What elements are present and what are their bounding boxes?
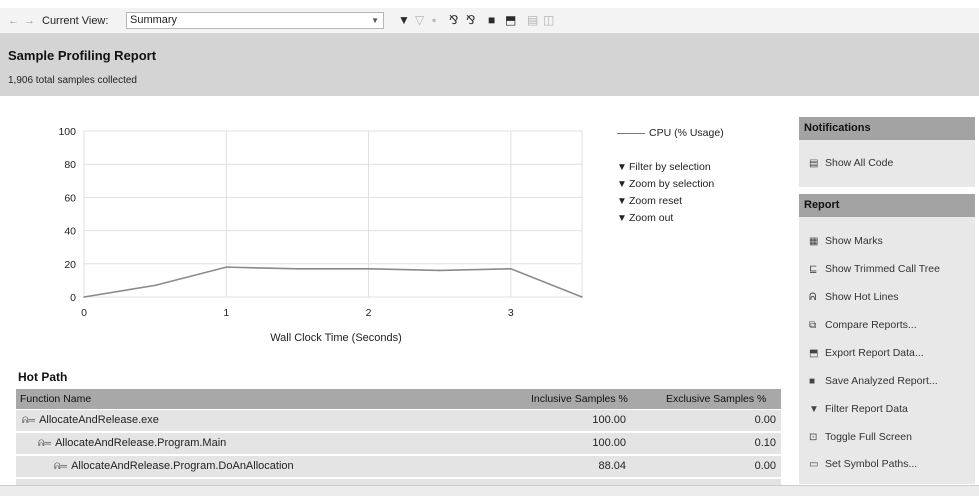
column-inclusive-samples[interactable]: Inclusive Samples %: [531, 393, 628, 405]
x-tick-label: 0: [81, 307, 87, 319]
hot-path-icon: ᕱ═: [22, 415, 36, 425]
page-title: Sample Profiling Report: [8, 48, 157, 63]
show-trimmed-call-tree-link[interactable]: ⊑ Show Trimmed Call Tree: [809, 263, 940, 275]
legend-cpu-label: CPU (% Usage): [649, 127, 724, 139]
function-name: AllocateAndRelease.Program.DoAnAllocatio…: [71, 460, 294, 472]
x-axis-label: Wall Clock Time (Seconds): [270, 332, 402, 344]
function-name: AllocateAndRelease.exe: [39, 414, 159, 426]
y-tick-label: 100: [58, 126, 76, 138]
samples-summary: 1,906 total samples collected: [8, 75, 137, 86]
y-tick-label: 40: [64, 226, 76, 238]
cpu-usage-point: [225, 266, 228, 268]
hot-path-title: Hot Path: [18, 370, 68, 384]
funnel-icon: ▼: [617, 162, 627, 173]
inclusive-value: 100.00: [592, 437, 626, 449]
full-screen-icon: ⊡: [809, 432, 818, 443]
y-tick-label: 60: [64, 192, 76, 204]
notifications-panel: Notifications ▤ Show All Code: [799, 117, 975, 187]
funnel-icon: ▼: [617, 196, 627, 207]
show-hot-lines-link[interactable]: ᕱ Show Hot Lines: [809, 291, 899, 303]
save-icon[interactable]: ■: [488, 13, 495, 27]
filter-clear-icon[interactable]: ▪: [432, 13, 436, 27]
filter-by-selection-link[interactable]: ▼ Filter by selection: [617, 161, 711, 173]
chart-legend: CPU (% Usage): [617, 126, 724, 140]
legend-swatch: [617, 132, 645, 134]
save-analyzed-report-link[interactable]: ■ Save Analyzed Report...: [809, 375, 938, 387]
cpu-usage-point: [367, 267, 370, 270]
exclusive-value: 0.00: [754, 460, 776, 472]
hot-lines-icon: ᕱ: [809, 292, 817, 303]
export-report-data-link[interactable]: ⬒ Export Report Data...: [809, 347, 924, 359]
funnel-icon: ▼: [617, 213, 627, 224]
cpu-usage-point: [83, 296, 85, 298]
back-arrow-icon[interactable]: ←: [8, 15, 19, 27]
chevron-down-icon: ▼: [371, 16, 379, 25]
function-name: AllocateAndRelease.Program.Main: [55, 437, 227, 449]
x-tick-label: 3: [508, 307, 514, 319]
show-marks-link[interactable]: ▦ Show Marks: [809, 235, 883, 247]
export-icon[interactable]: ⬒: [505, 13, 516, 27]
cpu-usage-point: [438, 269, 441, 272]
table-row[interactable]: ᕱ═ AllocateAndRelease.Program.DoAnAllocat…: [16, 456, 781, 477]
report-title: Report: [799, 194, 975, 217]
zoom-by-selection-link[interactable]: ▼ Zoom by selection: [617, 178, 714, 190]
horizontal-scrollbar[interactable]: [0, 485, 979, 496]
code-icon: ▤: [809, 158, 819, 169]
save-icon: ■: [809, 376, 816, 387]
funnel-icon: ▼: [617, 179, 627, 190]
toggle-full-screen-link[interactable]: ⊡ Toggle Full Screen: [809, 431, 912, 443]
symbol-paths-icon: ▭: [809, 459, 819, 470]
report-header: Sample Profiling Report 1,906 total samp…: [0, 34, 979, 96]
layout-horizontal-icon[interactable]: ▤: [527, 13, 538, 27]
y-tick-label: 20: [64, 259, 76, 271]
table-row[interactable]: ᕱ═ AllocateAndRelease.Program.Main 100.00…: [16, 433, 781, 454]
cpu-usage-point: [510, 267, 512, 270]
x-tick-label: 2: [366, 307, 372, 319]
filter-icon[interactable]: ▼: [398, 13, 410, 27]
filter-report-data-link[interactable]: ▼ Filter Report Data: [809, 403, 908, 415]
current-view-value: Summary: [130, 14, 178, 26]
compare-reports-link[interactable]: ⧉ Compare Reports...: [809, 319, 917, 331]
plot-area: [83, 130, 583, 298]
y-tick-label: 80: [64, 159, 76, 171]
inclusive-value: 88.04: [598, 460, 626, 472]
export-icon: ⬒: [809, 348, 819, 359]
zoom-out-link[interactable]: ▼ Zoom out: [617, 212, 673, 224]
table-row[interactable]: ᕱ═ AllocateAndRelease.exe 100.00 0.00: [16, 410, 781, 431]
hot-path-icon: ᕱ═: [38, 438, 52, 448]
zoom-reset-link[interactable]: ▼ Zoom reset: [617, 195, 682, 207]
cpu-usage-chart[interactable]: 0 1 2 3 0 20 40 60 80 100 Wall Clock Time (Seconds…: [0, 96, 600, 346]
notifications-title: Notifications: [799, 117, 975, 140]
current-view-select[interactable]: Summary ▼: [126, 12, 384, 29]
hot-path-icon: ᕱ═: [54, 461, 68, 471]
report-panel: Report ▦ Show Marks ⊑ Show Trimmed Call Tr…: [799, 194, 975, 484]
funnel-icon: ▼: [809, 404, 819, 415]
cpu-usage-point: [154, 284, 156, 287]
exclusive-value: 0.10: [754, 437, 776, 449]
toolbar: ← → Current View: Summary ▼ ▼ ▽ ▪ ⅋ ⅋ ■ …: [0, 8, 979, 34]
compare-icon: ⧉: [809, 320, 817, 331]
show-all-code-link[interactable]: ▤ Show All Code: [809, 157, 893, 169]
set-symbol-paths-link[interactable]: ▭ Set Symbol Paths...: [809, 458, 917, 470]
cpu-usage-point: [296, 267, 299, 270]
filter-remove-icon[interactable]: ▽: [415, 13, 424, 27]
y-tick-label: 0: [70, 292, 76, 304]
marks-icon: ▦: [809, 236, 819, 247]
column-exclusive-samples[interactable]: Exclusive Samples %: [666, 393, 766, 405]
inclusive-value: 100.00: [592, 414, 626, 426]
current-view-label: Current View:: [42, 15, 109, 27]
forward-arrow-icon[interactable]: →: [24, 15, 35, 27]
cpu-usage-point: [581, 296, 583, 298]
call-tree-icon: ⊑: [809, 264, 818, 275]
filter-marks-icon[interactable]: ⅋: [449, 13, 458, 27]
exclusive-value: 0.00: [754, 414, 776, 426]
table-header: Function Name Inclusive Samples % Exclus…: [16, 389, 781, 409]
layout-vertical-icon[interactable]: ◫: [543, 13, 554, 27]
x-tick-label: 1: [223, 307, 229, 319]
column-function-name[interactable]: Function Name: [20, 393, 91, 405]
filter-threads-icon[interactable]: ⅋: [466, 13, 475, 27]
